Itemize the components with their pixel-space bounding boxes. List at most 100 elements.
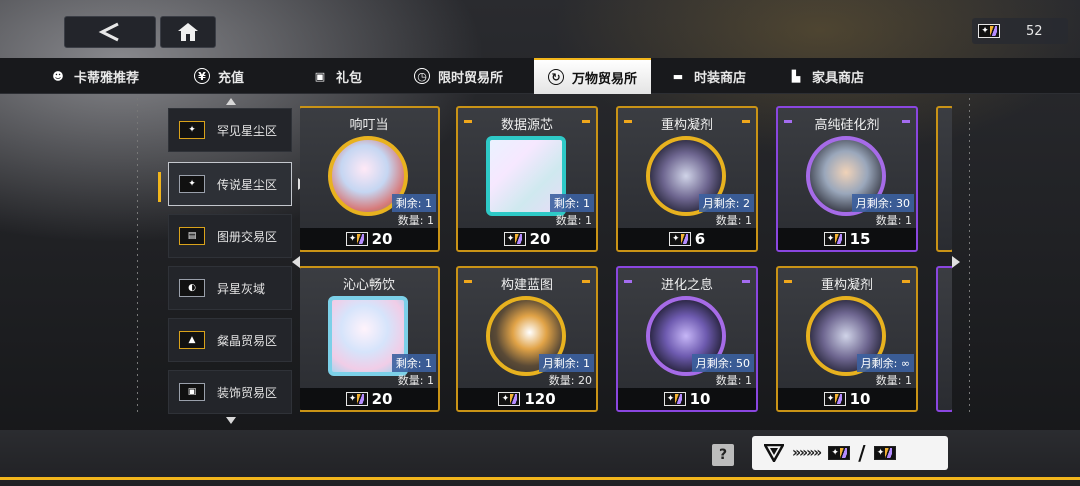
item-price: ✦ 15 bbox=[778, 228, 916, 250]
category-rare-stardust[interactable]: ✦ 罕见星尘区 bbox=[168, 108, 292, 152]
item-card[interactable]: 高纯硅化剂 月剩余: 30 数量: 1 ✦ 15 bbox=[776, 106, 918, 252]
active-indicator bbox=[158, 172, 161, 202]
item-quantity: 数量: 1 bbox=[397, 214, 434, 227]
item-card[interactable]: 进化之息 月剩余: 50 数量: 1 ✦ 10 bbox=[616, 266, 758, 412]
star-ticket-icon: ✦ bbox=[663, 392, 686, 406]
tab-gift[interactable]: ▣ 礼包 bbox=[312, 58, 362, 94]
tab-label: 时装商店 bbox=[694, 70, 747, 86]
page-right-arrow-icon[interactable] bbox=[952, 256, 960, 268]
item-remaining: 月剩余: 1 bbox=[538, 354, 594, 372]
item-quantity: 数量: 1 bbox=[555, 214, 592, 227]
category-legend-stardust[interactable]: ✦ 传说星尘区 bbox=[168, 162, 292, 206]
tab-label: 万物贸易所 bbox=[572, 71, 638, 87]
tab-fashion-shop[interactable]: ▬ 时装商店 bbox=[670, 58, 746, 94]
category-alien-grey[interactable]: ◐ 异星灰域 bbox=[168, 266, 292, 310]
item-card[interactable]: 重构凝剂 月剩余: 2 数量: 1 ✦ 6 bbox=[616, 106, 758, 252]
category-album-trade[interactable]: ▤ 图册交易区 bbox=[168, 214, 292, 258]
item-remaining: 月剩余: ∞ bbox=[856, 354, 914, 372]
price-value: 20 bbox=[371, 230, 393, 248]
item-remaining: 月剩余: 2 bbox=[698, 194, 754, 212]
stardust-ticket-icon: ✦ bbox=[179, 175, 205, 193]
shop-tabs: ☻ 卡蒂雅推荐 ¥ 充值 ▣ 礼包 ◷ 限时贸易所 ↻ 万物贸易所 ▬ 时装商店… bbox=[0, 58, 1080, 94]
star-ticket-icon: ✦ bbox=[823, 232, 846, 246]
item-card[interactable]: 构建蓝图 月剩余: 1 数量: 20 ✦ 120 bbox=[456, 266, 598, 412]
tab-recharge[interactable]: ¥ 充值 bbox=[194, 58, 244, 94]
home-button[interactable] bbox=[160, 16, 216, 48]
item-name: 高纯硅化剂 bbox=[814, 118, 880, 133]
star-ticket-icon: ✦ bbox=[978, 24, 1000, 38]
item-card[interactable]: 数据源芯 剩余: 1 数量: 1 ✦ 20 bbox=[456, 106, 598, 252]
home-icon bbox=[178, 23, 198, 41]
triangle-logo-icon bbox=[764, 444, 784, 462]
item-remaining: 月剩余: 50 bbox=[691, 354, 754, 372]
item-card[interactable]: 沁心畅饮 剩余: 1 数量: 1 ✦ 20 bbox=[300, 266, 440, 412]
item-quantity: 数量: 1 bbox=[875, 214, 912, 227]
chevrons-icon: »»»» bbox=[792, 445, 822, 461]
page-left-arrow-icon[interactable] bbox=[292, 256, 300, 268]
star-ticket-icon: ✦ bbox=[498, 392, 521, 406]
clock-icon: ◷ bbox=[414, 68, 430, 84]
item-remaining: 剩余: 1 bbox=[391, 354, 436, 372]
album-icon: ▤ bbox=[179, 227, 205, 245]
item-remaining: 月剩余: 30 bbox=[851, 194, 914, 212]
currency-amount: 52 bbox=[1026, 23, 1043, 39]
star-ticket-icon: ✦ bbox=[668, 232, 691, 246]
card-icon: ▬ bbox=[672, 69, 684, 83]
item-price: ✦ 6 bbox=[618, 228, 756, 250]
item-name: 进化之息 bbox=[660, 278, 713, 293]
price-value: 20 bbox=[371, 390, 393, 408]
tab-label: 家具商店 bbox=[812, 70, 865, 86]
item-price: ✦ 20 bbox=[458, 228, 596, 250]
sofa-icon: ▙ bbox=[791, 69, 801, 83]
cycle-icon: ↻ bbox=[548, 69, 564, 85]
item-price: ✦ 20 bbox=[300, 228, 438, 250]
item-card-partial[interactable] bbox=[936, 106, 952, 252]
item-name: 响叮当 bbox=[349, 118, 389, 133]
item-quantity: 数量: 1 bbox=[875, 374, 912, 387]
yen-icon: ¥ bbox=[194, 68, 210, 84]
item-price: ✦ 10 bbox=[618, 388, 756, 410]
decoration-icon: ▣ bbox=[179, 383, 205, 401]
item-name: 构建蓝图 bbox=[500, 278, 553, 293]
divider bbox=[969, 98, 970, 414]
star-ticket-icon: ✦ bbox=[503, 232, 526, 246]
tab-limited-trade[interactable]: ◷ 限时贸易所 bbox=[414, 58, 503, 94]
divider bbox=[137, 98, 138, 414]
item-quantity: 数量: 20 bbox=[548, 374, 592, 387]
crystal-icon: ▲ bbox=[179, 331, 205, 349]
star-ticket-purple-icon: ✦ bbox=[873, 446, 896, 460]
help-button[interactable]: ? bbox=[712, 444, 734, 466]
tab-katya-recommend[interactable]: ☻ 卡蒂雅推荐 bbox=[50, 58, 139, 94]
scroll-down-arrow-icon[interactable] bbox=[226, 417, 236, 424]
item-card[interactable]: 响叮当 剩余: 1 数量: 1 ✦ 20 bbox=[300, 106, 440, 252]
price-value: 15 bbox=[849, 230, 871, 248]
category-crystal-trade[interactable]: ▲ 粲晶贸易区 bbox=[168, 318, 292, 362]
item-card[interactable]: 重构凝剂 月剩余: ∞ 数量: 1 ✦ 10 bbox=[776, 266, 918, 412]
item-grid: 响叮当 剩余: 1 数量: 1 ✦ 20 数据源芯 剩余: 1 数量: 1 ✦ … bbox=[300, 102, 952, 412]
tab-label: 卡蒂雅推荐 bbox=[74, 70, 140, 86]
item-price: ✦ 120 bbox=[458, 388, 596, 410]
tab-furniture-shop[interactable]: ▙ 家具商店 bbox=[788, 58, 864, 94]
currency-exchange-button[interactable]: »»»» ✦ / ✦ bbox=[752, 436, 948, 470]
gift-icon: ▣ bbox=[314, 69, 326, 83]
tab-label: 礼包 bbox=[336, 70, 363, 86]
star-ticket-icon: ✦ bbox=[823, 392, 846, 406]
category-label: 异星灰域 bbox=[217, 281, 266, 296]
bottom-accent-line bbox=[0, 477, 1080, 480]
item-name: 重构凝剂 bbox=[820, 278, 873, 293]
back-button[interactable] bbox=[64, 16, 156, 48]
category-label: 罕见星尘区 bbox=[217, 123, 278, 138]
price-value: 6 bbox=[694, 230, 706, 248]
star-ticket-gold-icon: ✦ bbox=[828, 446, 851, 460]
item-remaining: 剩余: 1 bbox=[391, 194, 436, 212]
price-value: 10 bbox=[689, 390, 711, 408]
item-name: 重构凝剂 bbox=[660, 118, 713, 133]
category-decoration-trade[interactable]: ▣ 装饰贸易区 bbox=[168, 370, 292, 414]
price-value: 10 bbox=[849, 390, 871, 408]
item-card-partial[interactable] bbox=[936, 266, 952, 412]
price-value: 20 bbox=[529, 230, 551, 248]
tab-universal-trade[interactable]: ↻ 万物贸易所 bbox=[534, 58, 652, 94]
star-ticket-icon: ✦ bbox=[345, 392, 368, 406]
tab-label: 限时贸易所 bbox=[438, 70, 504, 86]
character-icon: ☻ bbox=[52, 69, 64, 83]
